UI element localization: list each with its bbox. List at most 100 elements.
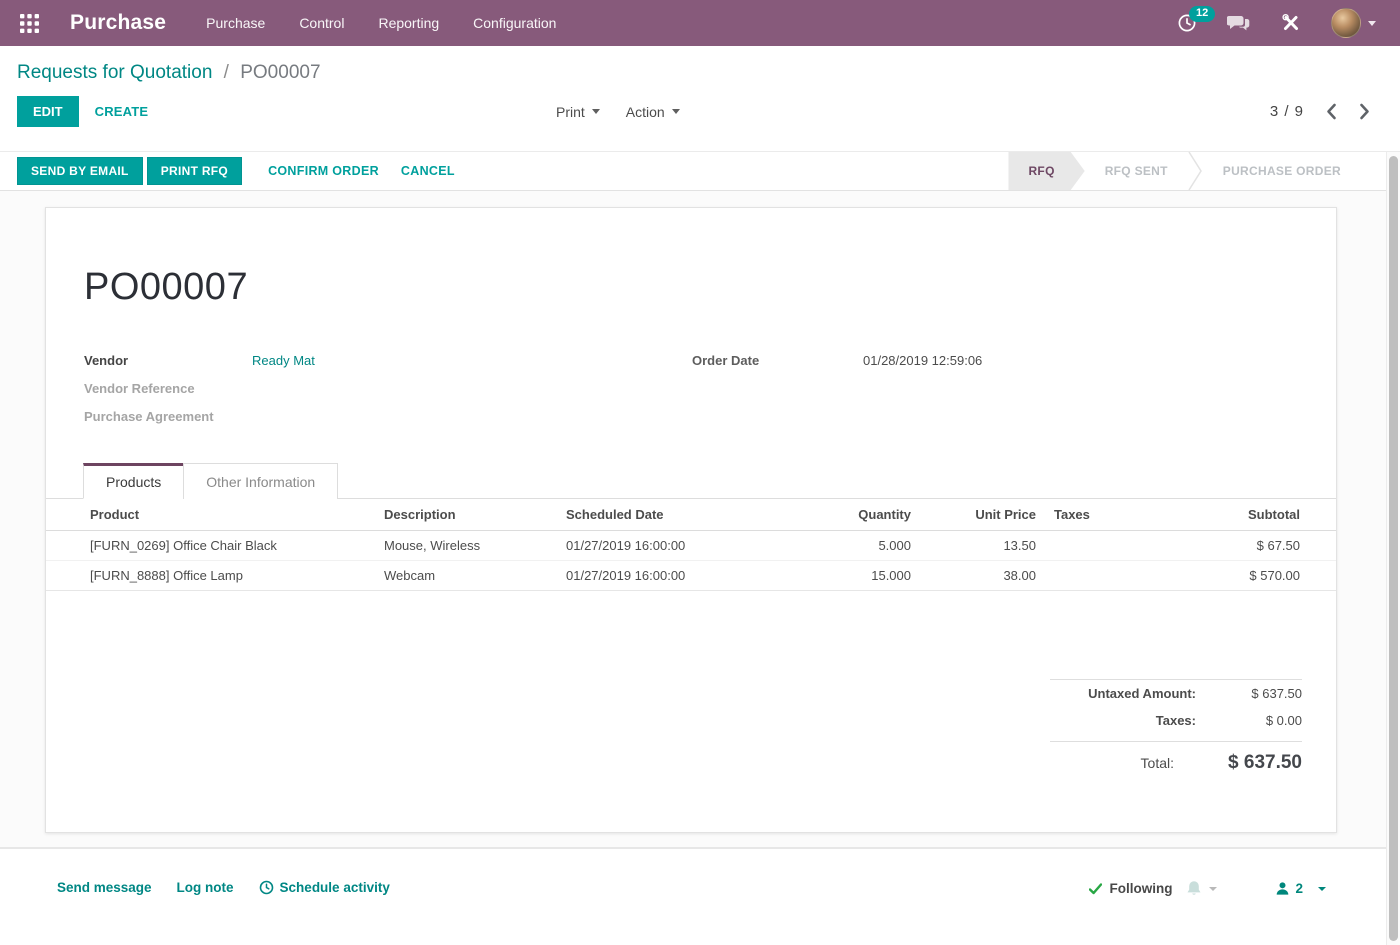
- action-dropdown-label: Action: [626, 104, 665, 120]
- cell-taxes[interactable]: [1036, 530, 1146, 560]
- vertical-scrollbar[interactable]: [1386, 152, 1400, 945]
- followers-button[interactable]: 2: [1275, 881, 1326, 896]
- menu-item-control[interactable]: Control: [299, 15, 344, 31]
- col-header-quantity[interactable]: Quantity: [766, 499, 911, 530]
- cell-quantity[interactable]: 5.000: [766, 530, 911, 560]
- chevron-down-icon: [1368, 21, 1376, 26]
- breadcrumb-separator: /: [224, 62, 229, 83]
- cell-product[interactable]: [FURN_8888] Office Lamp: [46, 560, 384, 590]
- taxes-label: Taxes:: [1050, 713, 1214, 728]
- record-pager: 3 / 9: [1270, 103, 1370, 120]
- field-group: Vendor Ready Mat Vendor Reference Purcha…: [84, 346, 1336, 430]
- chevron-right-icon: [1359, 103, 1370, 120]
- bell-icon: [1186, 880, 1202, 897]
- log-note-button[interactable]: Log note: [177, 880, 234, 895]
- check-icon: [1089, 883, 1102, 895]
- col-header-product[interactable]: Product: [46, 499, 384, 530]
- messages-button[interactable]: [1227, 13, 1251, 33]
- subscription-bell-dropdown[interactable]: [1186, 880, 1217, 897]
- col-header-unit-price[interactable]: Unit Price: [911, 499, 1036, 530]
- cell-product[interactable]: [FURN_0269] Office Chair Black: [46, 530, 384, 560]
- tab-other-information[interactable]: Other Information: [183, 463, 338, 499]
- cell-unit-price[interactable]: 13.50: [911, 530, 1036, 560]
- col-header-scheduled-date[interactable]: Scheduled Date: [566, 499, 766, 530]
- total-value: $ 637.50: [1192, 752, 1302, 774]
- activity-count-badge: 12: [1189, 6, 1215, 22]
- cell-scheduled-date[interactable]: 01/27/2019 16:00:00: [566, 560, 766, 590]
- confirm-order-button[interactable]: CONFIRM ORDER: [268, 164, 379, 178]
- pager-previous-button[interactable]: [1326, 103, 1337, 120]
- chevron-down-icon: [1318, 887, 1326, 891]
- print-dropdown-label: Print: [556, 104, 585, 120]
- menu-item-reporting[interactable]: Reporting: [378, 15, 439, 31]
- action-dropdown[interactable]: Action: [626, 104, 680, 120]
- order-line-row[interactable]: [FURN_8888] Office Lamp Webcam 01/27/201…: [46, 560, 1336, 590]
- status-steps: RFQ RFQ SENT PURCHASE ORDER: [1008, 152, 1361, 190]
- apps-grid-icon[interactable]: [6, 0, 52, 46]
- cell-unit-price[interactable]: 38.00: [911, 560, 1036, 590]
- following-toggle[interactable]: Following: [1089, 881, 1172, 896]
- cell-taxes[interactable]: [1036, 560, 1146, 590]
- cancel-button[interactable]: CANCEL: [401, 164, 455, 178]
- apps-grid-glyph: [20, 14, 39, 33]
- tab-products[interactable]: Products: [83, 463, 184, 499]
- vendor-reference-label: Vendor Reference: [84, 381, 252, 396]
- create-button[interactable]: CREATE: [95, 104, 149, 119]
- navbar-systray: 12: [1177, 8, 1384, 38]
- status-step-rfq-sent[interactable]: RFQ SENT: [1085, 152, 1188, 190]
- order-date-label: Order Date: [692, 353, 863, 368]
- col-header-taxes[interactable]: Taxes: [1036, 499, 1146, 530]
- col-header-subtotal[interactable]: Subtotal: [1146, 499, 1336, 530]
- user-menu[interactable]: [1331, 8, 1376, 38]
- cell-description[interactable]: Webcam: [384, 560, 566, 590]
- edit-button[interactable]: EDIT: [17, 96, 79, 127]
- top-navbar: Purchase Purchase Control Reporting Conf…: [0, 0, 1400, 46]
- schedule-activity-button[interactable]: Schedule activity: [259, 880, 390, 895]
- table-header-row: Product Description Scheduled Date Quant…: [46, 499, 1336, 530]
- order-line-row[interactable]: [FURN_0269] Office Chair Black Mouse, Wi…: [46, 530, 1336, 560]
- breadcrumb-parent-link[interactable]: Requests for Quotation: [17, 62, 212, 83]
- main-menu: Purchase Control Reporting Configuration: [206, 15, 556, 31]
- cell-description[interactable]: Mouse, Wireless: [384, 530, 566, 560]
- print-rfq-button[interactable]: PRINT RFQ: [147, 157, 242, 185]
- chatter: Send message Log note Schedule activity …: [0, 849, 1400, 945]
- cell-quantity[interactable]: 15.000: [766, 560, 911, 590]
- chevron-down-icon: [672, 109, 680, 114]
- cell-subtotal[interactable]: $ 570.00: [1146, 560, 1336, 590]
- person-icon: [1275, 881, 1290, 896]
- purchase-agreement-label: Purchase Agreement: [84, 409, 252, 424]
- print-dropdown[interactable]: Print: [556, 104, 600, 120]
- cell-scheduled-date[interactable]: 01/27/2019 16:00:00: [566, 530, 766, 560]
- untaxed-amount-label: Untaxed Amount:: [1050, 686, 1214, 701]
- total-label: Total:: [1050, 755, 1192, 771]
- vendor-label: Vendor: [84, 353, 252, 368]
- breadcrumb-current: PO00007: [240, 62, 320, 83]
- form-statusbar: SEND BY EMAIL PRINT RFQ CONFIRM ORDER CA…: [0, 151, 1400, 191]
- record-title: PO00007: [84, 262, 1336, 312]
- app-brand-title[interactable]: Purchase: [70, 11, 166, 35]
- menu-item-configuration[interactable]: Configuration: [473, 15, 556, 31]
- status-step-purchase-order[interactable]: PURCHASE ORDER: [1203, 152, 1361, 190]
- scrollbar-thumb[interactable]: [1389, 156, 1398, 941]
- col-header-description[interactable]: Description: [384, 499, 566, 530]
- cell-subtotal[interactable]: $ 67.50: [1146, 530, 1336, 560]
- send-by-email-button[interactable]: SEND BY EMAIL: [17, 157, 143, 185]
- notebook-tabs: Products Other Information: [46, 463, 1336, 499]
- control-panel: Requests for Quotation / PO00007 EDIT CR…: [0, 46, 1400, 151]
- chevron-down-icon: [1209, 887, 1217, 891]
- step-separator-chevron: [1188, 152, 1203, 190]
- untaxed-amount-value: $ 637.50: [1214, 686, 1302, 701]
- order-lines-table: Product Description Scheduled Date Quant…: [46, 499, 1336, 591]
- status-step-rfq[interactable]: RFQ: [1008, 152, 1084, 190]
- followers-count: 2: [1295, 881, 1303, 896]
- chevron-down-icon: [592, 109, 600, 114]
- activities-button[interactable]: 12: [1177, 13, 1197, 33]
- tools-button[interactable]: [1281, 13, 1301, 33]
- send-message-button[interactable]: Send message: [57, 880, 152, 895]
- taxes-value: $ 0.00: [1214, 713, 1302, 728]
- user-avatar: [1331, 8, 1361, 38]
- clock-icon: [259, 880, 274, 895]
- pager-next-button[interactable]: [1359, 103, 1370, 120]
- menu-item-purchase[interactable]: Purchase: [206, 15, 265, 31]
- vendor-value-link[interactable]: Ready Mat: [252, 353, 315, 368]
